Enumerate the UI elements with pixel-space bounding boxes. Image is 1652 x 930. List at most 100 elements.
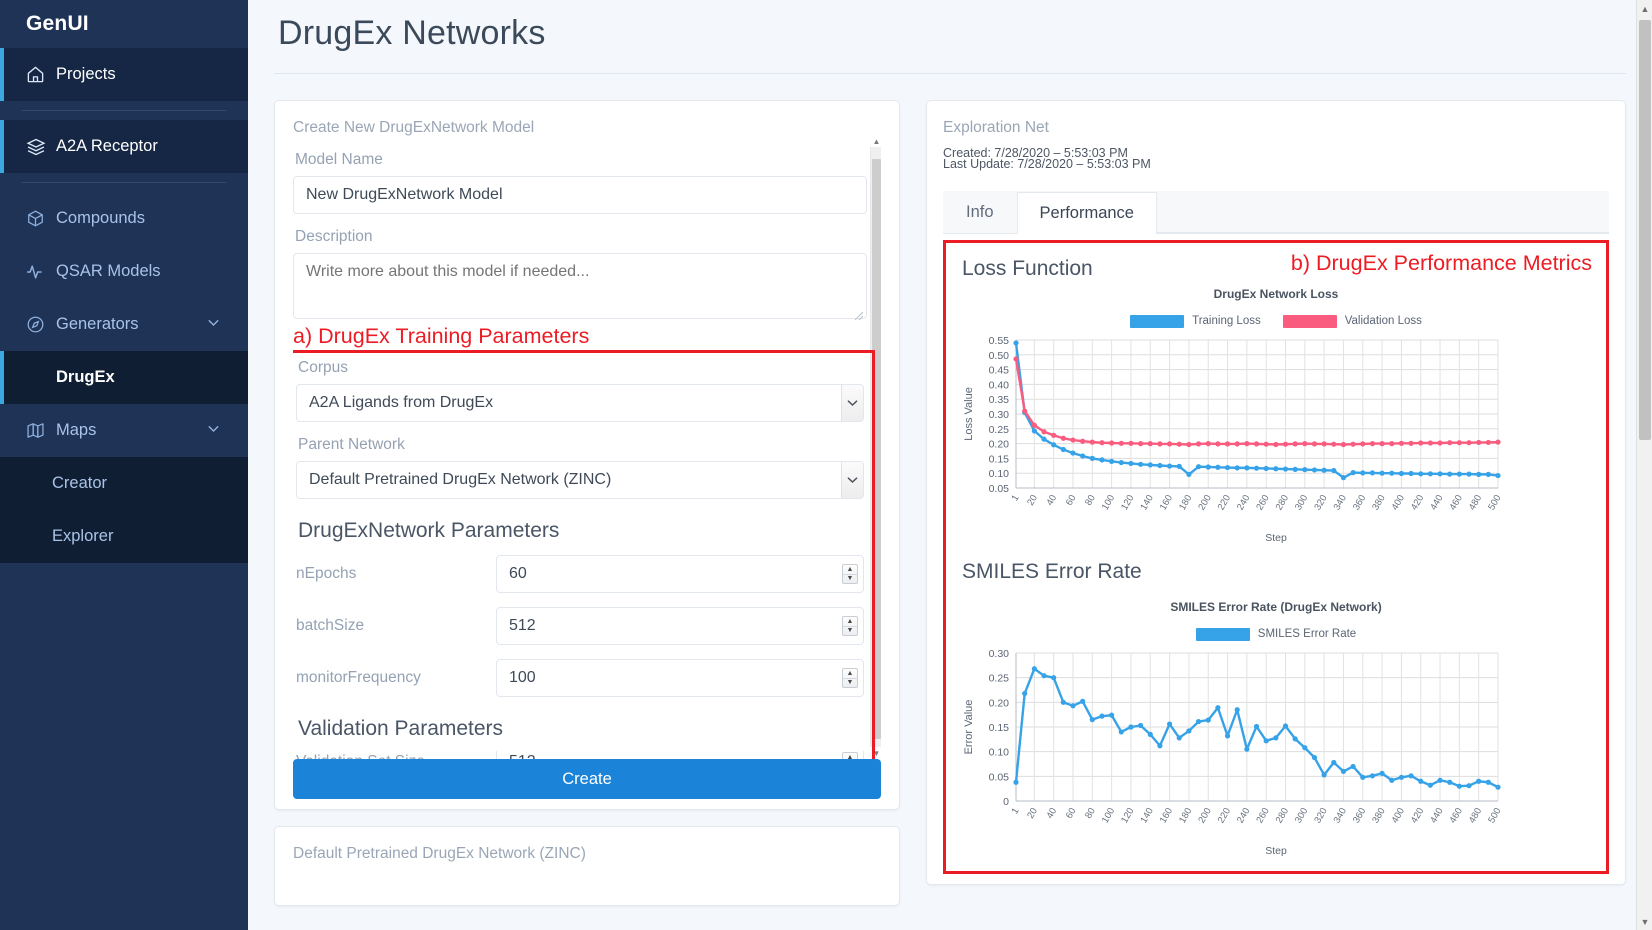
layers-icon bbox=[26, 137, 56, 157]
param-field: ▲▼ bbox=[496, 659, 864, 697]
svg-text:200: 200 bbox=[1196, 493, 1213, 512]
parent-network-select[interactable] bbox=[296, 461, 864, 499]
detail-title: Exploration Net bbox=[943, 119, 1049, 136]
tab-info[interactable]: Info bbox=[943, 191, 1017, 233]
form-scroll-region[interactable]: ▲ ▼ Create New DrugExNetwork Model Model… bbox=[293, 119, 881, 759]
sidebar-item-label: DrugEx bbox=[56, 368, 115, 386]
scroll-up-icon[interactable]: ▲ bbox=[871, 135, 881, 147]
description-wrapper bbox=[293, 253, 867, 324]
svg-text:0.20: 0.20 bbox=[989, 697, 1010, 709]
sidebar-item-generators[interactable]: Generators bbox=[0, 298, 248, 351]
param-row: Validation Set Size ▲▼ bbox=[296, 751, 864, 759]
param-field: ▲▼ bbox=[496, 555, 864, 593]
svg-text:60: 60 bbox=[1064, 493, 1079, 508]
validation-set-size-stepper[interactable]: ▲▼ bbox=[842, 752, 858, 759]
svg-text:Loss Value: Loss Value bbox=[963, 387, 975, 441]
chevron-down-icon[interactable] bbox=[205, 420, 222, 442]
svg-text:100: 100 bbox=[1100, 493, 1117, 512]
chevron-down-icon[interactable] bbox=[205, 314, 222, 336]
batchsize-stepper[interactable]: ▲ ▼ bbox=[842, 616, 858, 636]
sidebar-item-qsar-models[interactable]: QSAR Models bbox=[0, 245, 248, 298]
browser-scrollbar-thumb[interactable] bbox=[1639, 20, 1651, 440]
svg-text:0.45: 0.45 bbox=[989, 364, 1010, 376]
smiles-chart-title: SMILES Error Rate (DrugEx Network) bbox=[1170, 599, 1382, 614]
cube-icon bbox=[26, 209, 56, 228]
description-label: Description bbox=[295, 228, 373, 245]
loss-chart-title: DrugEx Network Loss bbox=[1213, 286, 1339, 301]
param-label: batchSize bbox=[296, 617, 365, 634]
parent-network-label: Parent Network bbox=[298, 436, 405, 453]
model-name-input[interactable] bbox=[293, 176, 867, 214]
monitorfrequency-input[interactable] bbox=[496, 659, 864, 697]
sidebar-item-creator[interactable]: Creator bbox=[0, 457, 248, 510]
svg-text:420: 420 bbox=[1409, 806, 1426, 825]
create-button[interactable]: Create bbox=[293, 759, 881, 799]
page-title: DrugEx Networks bbox=[278, 14, 546, 52]
batchsize-input[interactable] bbox=[496, 607, 864, 645]
create-form-column: ▲ ▼ Create New DrugExNetwork Model Model… bbox=[274, 100, 900, 906]
annotation-a: a) DrugEx Training Parameters bbox=[293, 324, 590, 348]
corpus-select[interactable] bbox=[296, 384, 864, 422]
smiles-chart-plot: 0 0.05 0.10 0.15 0.20 0.25 0.30 1 20 40 60 80 100 120… bbox=[958, 647, 1594, 847]
annotation-b: b) DrugEx Performance Metrics bbox=[1290, 250, 1592, 275]
browser-scrollbar[interactable]: ▲ ▼ bbox=[1636, 0, 1652, 930]
loss-chart-legend: Training Loss Validation Loss bbox=[958, 314, 1594, 328]
loss-chart-svg: 0.05 0.10 0.15 0.20 0.25 0.30 0.35 0.40 0.45 0.50… bbox=[963, 335, 1504, 512]
title-divider bbox=[274, 73, 1626, 74]
legend-label: Training Loss bbox=[1192, 315, 1261, 328]
smiles-chart-svg: 00.050.100.150.200.250.301 20 40 60 80 100 120… bbox=[963, 648, 1504, 825]
chevron-down-icon[interactable] bbox=[841, 462, 863, 498]
sidebar-item-a2a-receptor[interactable]: A2A Receptor bbox=[0, 120, 248, 173]
performance-metrics-region: b) DrugEx Performance Metrics Loss Funct… bbox=[943, 239, 1609, 874]
svg-text:500: 500 bbox=[1486, 806, 1503, 825]
svg-text:340: 340 bbox=[1332, 806, 1349, 825]
svg-text:340: 340 bbox=[1332, 493, 1349, 512]
svg-text:240: 240 bbox=[1235, 493, 1252, 512]
detail-card: Exploration Net Created: 7/28/2020 – 5:5… bbox=[926, 100, 1626, 885]
legend-item[interactable]: Validation Loss bbox=[1282, 314, 1422, 328]
parent-network-select-wrapper[interactable] bbox=[296, 461, 864, 499]
sidebar-item-drugex[interactable]: DrugEx bbox=[0, 351, 248, 404]
legend-item[interactable]: SMILES Error Rate bbox=[1195, 627, 1357, 641]
sidebar-item-explorer[interactable]: Explorer bbox=[0, 510, 248, 563]
svg-text:0.25: 0.25 bbox=[989, 424, 1010, 436]
training-loss-swatch bbox=[1130, 314, 1185, 328]
svg-text:440: 440 bbox=[1428, 806, 1445, 825]
svg-text:160: 160 bbox=[1158, 806, 1175, 825]
validation-set-size-input[interactable] bbox=[496, 751, 864, 759]
description-textarea[interactable] bbox=[293, 253, 867, 319]
svg-text:0.30: 0.30 bbox=[989, 409, 1010, 421]
scroll-down-icon[interactable]: ▼ bbox=[1637, 913, 1652, 930]
svg-text:320: 320 bbox=[1312, 806, 1329, 825]
svg-text:1: 1 bbox=[1009, 493, 1021, 503]
nepochs-stepper[interactable]: ▲ ▼ bbox=[842, 564, 858, 584]
monitorfrequency-stepper[interactable]: ▲ ▼ bbox=[842, 668, 858, 688]
svg-text:120: 120 bbox=[1119, 806, 1136, 825]
sidebar: GenUI Projects A2A Receptor Compounds QS… bbox=[0, 0, 248, 930]
param-row: monitorFrequency ▲▼ bbox=[296, 659, 864, 697]
smiles-chart-legend: SMILES Error Rate bbox=[958, 627, 1594, 641]
svg-text:240: 240 bbox=[1235, 806, 1252, 825]
sidebar-item-compounds[interactable]: Compounds bbox=[0, 192, 248, 245]
svg-text:480: 480 bbox=[1467, 806, 1484, 825]
svg-text:0.15: 0.15 bbox=[989, 453, 1010, 465]
svg-text:280: 280 bbox=[1274, 806, 1291, 825]
tab-performance[interactable]: Performance bbox=[1016, 191, 1157, 234]
svg-text:0.05: 0.05 bbox=[989, 771, 1010, 783]
corpus-select-wrapper[interactable] bbox=[296, 384, 864, 422]
svg-text:300: 300 bbox=[1293, 493, 1310, 512]
pretrained-network-card[interactable]: Default Pretrained DrugEx Network (ZINC) bbox=[274, 826, 900, 906]
sidebar-item-projects[interactable]: Projects bbox=[0, 48, 248, 101]
svg-text:180: 180 bbox=[1177, 806, 1194, 825]
svg-text:360: 360 bbox=[1351, 493, 1368, 512]
sidebar-item-maps[interactable]: Maps bbox=[0, 404, 248, 457]
legend-label: SMILES Error Rate bbox=[1257, 628, 1357, 641]
legend-item[interactable]: Training Loss bbox=[1130, 314, 1261, 328]
svg-text:160: 160 bbox=[1158, 493, 1175, 512]
scroll-up-icon[interactable]: ▲ bbox=[1637, 0, 1652, 17]
param-field: ▲▼ bbox=[496, 751, 864, 759]
loss-chart-plot: 0.05 0.10 0.15 0.20 0.25 0.30 0.35 0.40 0.45 0.50… bbox=[958, 334, 1594, 534]
nepochs-input[interactable] bbox=[496, 555, 864, 593]
svg-text:0.35: 0.35 bbox=[989, 394, 1010, 406]
chevron-down-icon[interactable] bbox=[841, 385, 863, 421]
